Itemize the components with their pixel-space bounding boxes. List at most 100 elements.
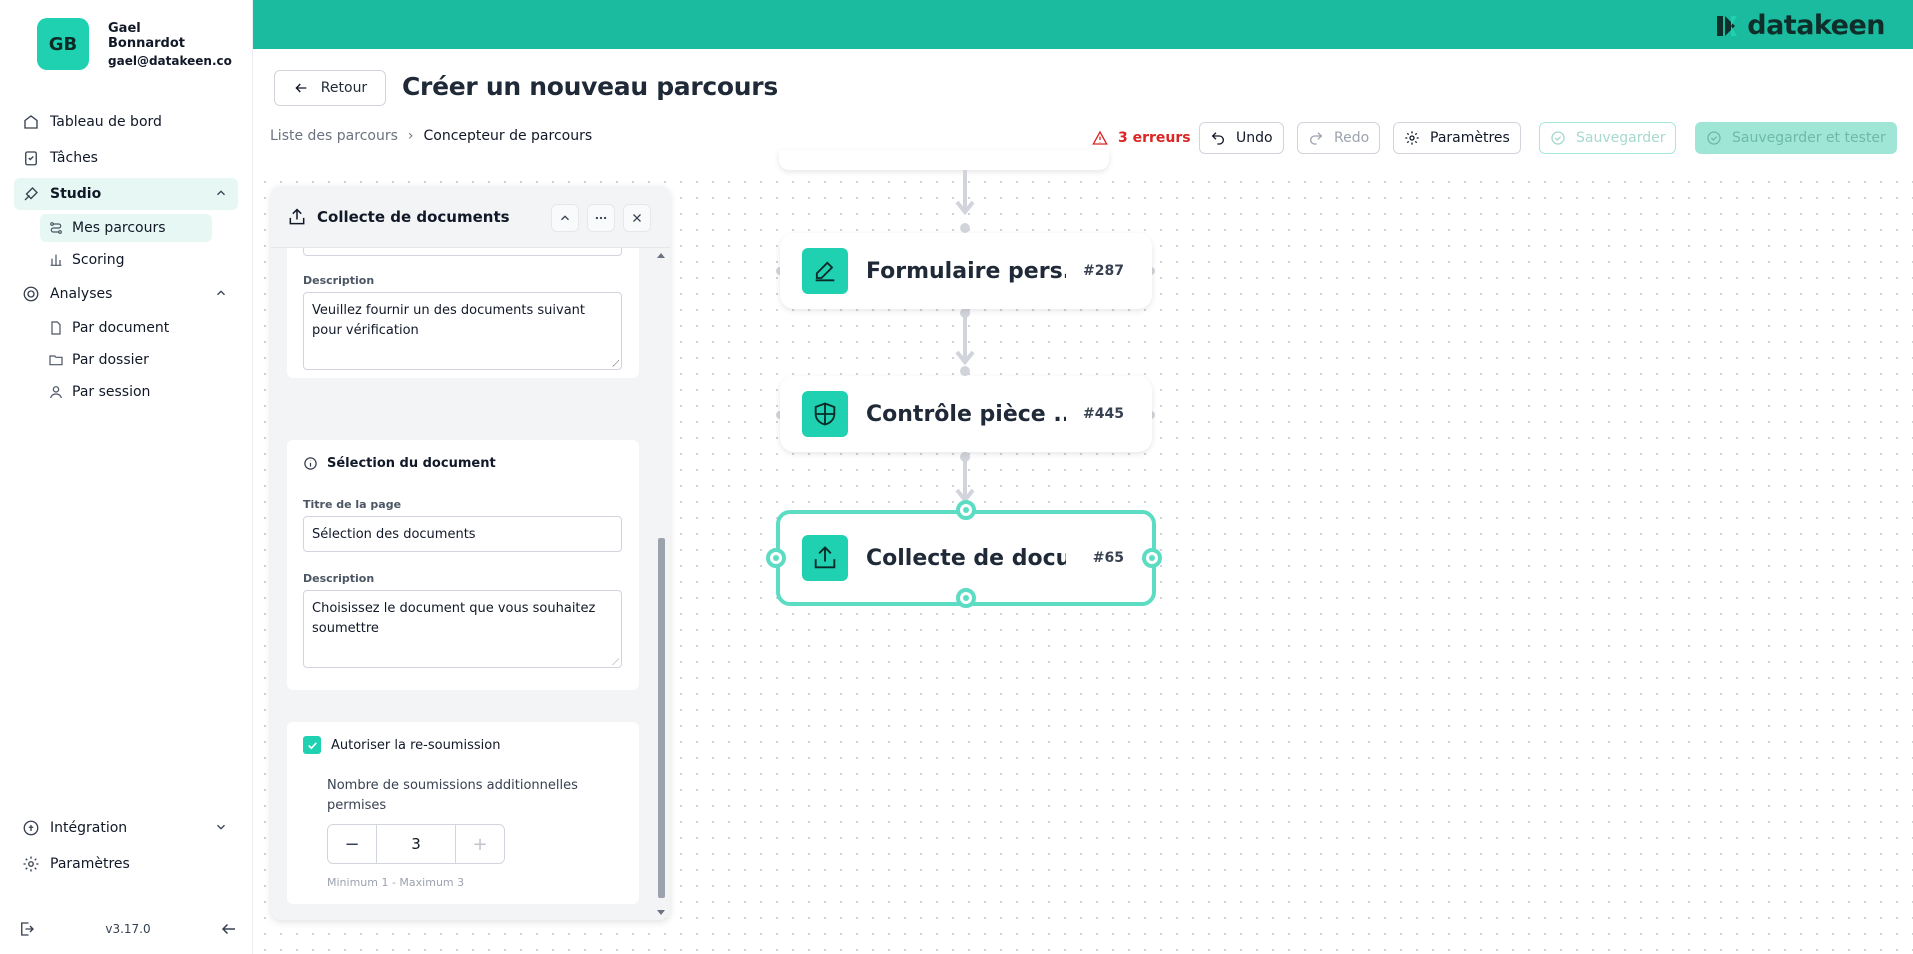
nav-scoring[interactable]: Scoring (40, 246, 212, 274)
datakeen-logo-icon (1717, 15, 1738, 36)
check-icon (307, 741, 317, 749)
nav-settings-label: Paramètres (50, 856, 130, 872)
chevron-up-icon[interactable] (214, 186, 228, 200)
scroll-up-icon[interactable] (657, 252, 665, 258)
nav-dashboard[interactable]: Tableau de bord (14, 106, 238, 138)
close-panel-button[interactable] (623, 204, 651, 232)
brand-logo[interactable]: datakeen (1717, 10, 1885, 41)
doc-description-textarea[interactable]: Choisissez le document que vous souhaite… (303, 590, 622, 668)
resubmit-checkbox[interactable] (303, 736, 321, 754)
sidebar-footer: v3.17.0 (18, 920, 238, 938)
upload-icon (289, 207, 305, 224)
description-label: Description (303, 274, 375, 287)
nav-bottom: Intégration Paramètres (14, 812, 238, 884)
breadcrumb: Liste des parcours › Concepteur de parco… (270, 128, 592, 144)
undo-button[interactable]: Undo (1199, 122, 1284, 154)
nav-studio[interactable]: Studio (14, 178, 238, 210)
node-settings-panel: Collecte de documents Description Veuill… (271, 186, 670, 920)
nav-my-journeys[interactable]: Mes parcours (40, 214, 212, 242)
description-textarea[interactable]: Veuillez fournir un des documents suivan… (303, 292, 622, 370)
nav-studio-label: Studio (50, 186, 102, 202)
resubmission-card: Autoriser la re-soumission Nombre de sou… (287, 722, 639, 904)
save-button[interactable]: Sauvegarder (1539, 122, 1677, 154)
route-icon (48, 220, 64, 236)
redo-icon (1310, 132, 1323, 145)
nav-by-folder[interactable]: Par dossier (40, 346, 212, 374)
logout-icon[interactable] (18, 920, 36, 938)
gear-icon (22, 855, 40, 873)
doc-description-label: Description (303, 572, 375, 585)
check-circle-icon (1551, 131, 1565, 145)
nav-tasks-label: Tâches (50, 150, 98, 166)
folder-icon (48, 352, 64, 368)
flow-node-id: #287 (1083, 263, 1124, 279)
redo-button[interactable]: Redo (1297, 122, 1381, 154)
nav-by-session[interactable]: Par session (40, 378, 212, 406)
warning-icon (1092, 130, 1108, 145)
chevron-down-icon[interactable] (214, 820, 228, 834)
errors-label: 3 erreurs (1118, 130, 1191, 146)
panel-header: Collecte de documents (271, 186, 670, 248)
nav-my-journeys-label: Mes parcours (72, 220, 166, 236)
flow-node-selected[interactable]: Collecte de docu... #65 (766, 500, 1162, 608)
nav-integration[interactable]: Intégration (14, 812, 238, 844)
upload-icon (802, 535, 848, 581)
user-icon (48, 384, 64, 400)
title-input-partial[interactable] (303, 248, 622, 256)
collapse-sidebar-icon[interactable] (220, 920, 238, 938)
scroll-down-icon[interactable] (657, 910, 665, 916)
undo-icon (1211, 132, 1224, 145)
breadcrumb-designer: Concepteur de parcours (423, 128, 593, 144)
target-icon (22, 285, 40, 303)
flow-node-label: Formulaire pers... (866, 258, 1066, 284)
chevron-right-icon: › (407, 128, 414, 144)
palette-icon (22, 185, 40, 203)
back-button[interactable]: Retour (274, 70, 386, 106)
scroll-thumb[interactable] (658, 538, 665, 898)
doc-section-header: Sélection du document (303, 456, 496, 471)
submissions-stepper: − 3 + (327, 824, 505, 864)
increment-button[interactable]: + (456, 825, 504, 863)
doc-section-title: Sélection du document (327, 456, 496, 471)
avatar: GB (37, 18, 89, 70)
document-selection-card: Sélection du document Titre de la page S… (287, 440, 639, 690)
chevron-up-icon[interactable] (214, 286, 228, 300)
general-card: Description Veuillez fournir un des docu… (287, 248, 639, 378)
user-profile[interactable]: GB Gael Bonnardot gael@datakeen.co (37, 18, 232, 70)
panel-scrollbar[interactable] (656, 248, 666, 920)
previous-node[interactable] (779, 150, 1109, 170)
flow-node[interactable]: Contrôle pièce ... #445 (780, 376, 1152, 452)
nav-tasks[interactable]: Tâches (14, 142, 238, 174)
nav-analyses-label: Analyses (50, 286, 113, 302)
stepper-value[interactable]: 3 (376, 825, 456, 863)
user-email: gael@datakeen.co (108, 53, 232, 68)
nav-analyses[interactable]: Analyses (14, 278, 238, 310)
node-handle-left[interactable] (766, 548, 786, 568)
collapse-panel-button[interactable] (551, 204, 579, 232)
main-nav: Tableau de bord Tâches Studio Mes parcou… (14, 106, 238, 410)
parameters-label: Paramètres (1430, 130, 1510, 146)
file-icon (48, 320, 64, 336)
nav-by-document[interactable]: Par document (40, 314, 212, 342)
nav-integration-label: Intégration (50, 820, 128, 836)
save-and-test-button[interactable]: Sauvegarder et tester (1695, 122, 1897, 154)
decrement-button[interactable]: − (328, 825, 376, 863)
extra-submissions-label: Nombre de soumissions additionnelles per… (327, 778, 578, 813)
resubmit-label: Autoriser la re-soumission (331, 737, 501, 753)
node-handle-right[interactable] (1142, 548, 1162, 568)
parameters-button[interactable]: Paramètres (1393, 122, 1521, 154)
nav-dashboard-label: Tableau de bord (50, 114, 162, 130)
user-name: Gael Bonnardot (108, 20, 185, 51)
shield-icon (802, 391, 848, 437)
node-handle-bottom[interactable] (956, 588, 976, 608)
breadcrumb-journeys-list[interactable]: Liste des parcours (270, 128, 398, 144)
chevron-up-icon (561, 215, 569, 221)
nav-settings[interactable]: Paramètres (14, 848, 238, 880)
version-label: v3.17.0 (105, 922, 151, 936)
page-title-input[interactable]: Sélection des documents (303, 516, 622, 552)
flow-node-label: Collecte de docu... (866, 545, 1066, 571)
node-handle-top[interactable] (956, 500, 976, 520)
flow-node[interactable]: Formulaire pers... #287 (780, 233, 1152, 309)
more-options-button[interactable] (587, 204, 615, 232)
page-title: Créer un nouveau parcours (402, 72, 778, 101)
